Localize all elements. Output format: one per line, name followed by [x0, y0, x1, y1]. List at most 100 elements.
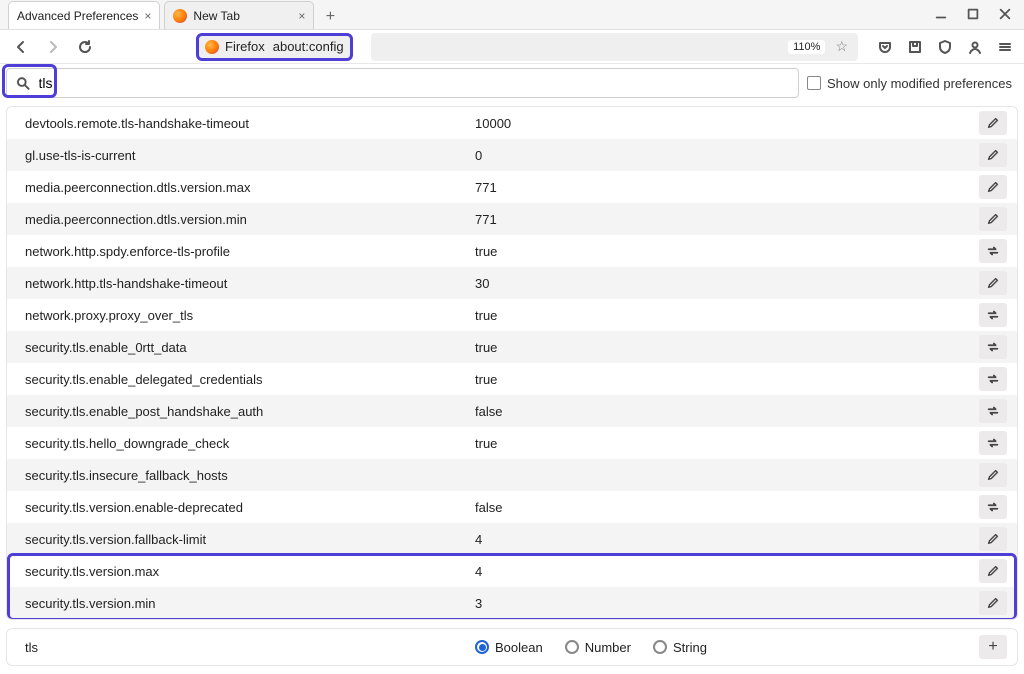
toggle-icon: [986, 404, 1000, 418]
pref-toggle-button[interactable]: [979, 335, 1007, 359]
search-row: Show only modified preferences: [0, 64, 1024, 100]
pref-toggle-button[interactable]: [979, 367, 1007, 391]
search-icon: [15, 75, 31, 91]
pref-row[interactable]: security.tls.version.max4: [7, 555, 1017, 587]
save-button[interactable]: [906, 38, 924, 56]
pref-edit-button[interactable]: [979, 111, 1007, 135]
nav-reload-button[interactable]: [74, 36, 96, 58]
pref-edit-button[interactable]: [979, 143, 1007, 167]
pref-row[interactable]: security.tls.hello_downgrade_checktrue: [7, 427, 1017, 459]
url-bar-wrap: Firefox about:config: [196, 33, 353, 61]
firefox-icon: [173, 9, 187, 23]
pref-name: network.http.tls-handshake-timeout: [25, 276, 475, 291]
pref-value: true: [475, 308, 979, 323]
maximize-icon: [966, 6, 980, 22]
about-config-page: Show only modified preferences devtools.…: [0, 64, 1024, 666]
pref-row[interactable]: security.tls.version.min3: [7, 587, 1017, 619]
save-icon: [907, 39, 923, 55]
pref-row[interactable]: security.tls.insecure_fallback_hosts: [7, 459, 1017, 491]
pref-row[interactable]: security.tls.enable_delegated_credential…: [7, 363, 1017, 395]
pref-row[interactable]: network.http.spdy.enforce-tls-profiletru…: [7, 235, 1017, 267]
pref-name: devtools.remote.tls-handshake-timeout: [25, 116, 475, 131]
tab-close-icon[interactable]: ×: [144, 9, 151, 23]
pref-edit-button[interactable]: [979, 591, 1007, 615]
pref-name: media.peerconnection.dtls.version.min: [25, 212, 475, 227]
pref-edit-button[interactable]: [979, 463, 1007, 487]
url-bar-right: 110% ☆: [371, 33, 858, 61]
pref-name: security.tls.version.enable-deprecated: [25, 500, 475, 515]
pencil-icon: [986, 276, 1000, 290]
pref-edit-button[interactable]: [979, 527, 1007, 551]
add-preference-name: tls: [25, 640, 475, 655]
pref-row[interactable]: security.tls.enable_post_handshake_authf…: [7, 395, 1017, 427]
site-identity[interactable]: Firefox: [205, 39, 265, 54]
pref-row[interactable]: media.peerconnection.dtls.version.min771: [7, 203, 1017, 235]
pref-toggle-button[interactable]: [979, 495, 1007, 519]
pref-toggle-button[interactable]: [979, 399, 1007, 423]
show-only-modified-label: Show only modified preferences: [827, 76, 1012, 91]
nav-bar: Firefox about:config 110% ☆: [0, 30, 1024, 64]
tab-advanced-preferences[interactable]: Advanced Preferences ×: [8, 1, 160, 29]
radio-label: Number: [585, 640, 631, 655]
type-radio-boolean[interactable]: Boolean: [475, 640, 543, 655]
pref-row[interactable]: security.tls.enable_0rtt_datatrue: [7, 331, 1017, 363]
pref-row[interactable]: devtools.remote.tls-handshake-timeout100…: [7, 107, 1017, 139]
window-minimize-button[interactable]: [934, 7, 948, 21]
pref-value: 771: [475, 212, 979, 227]
toggle-icon: [986, 372, 1000, 386]
pref-edit-button[interactable]: [979, 207, 1007, 231]
checkbox-icon[interactable]: [807, 76, 821, 90]
pref-value: 10000: [475, 116, 979, 131]
pref-row[interactable]: media.peerconnection.dtls.version.max771: [7, 171, 1017, 203]
pocket-button[interactable]: [876, 38, 894, 56]
pref-value: 0: [475, 148, 979, 163]
pref-row[interactable]: security.tls.version.enable-deprecatedfa…: [7, 491, 1017, 523]
nav-back-button[interactable]: [10, 36, 32, 58]
reload-icon: [77, 39, 93, 55]
pref-toggle-button[interactable]: [979, 431, 1007, 455]
pocket-icon: [877, 39, 893, 55]
bookmark-star-icon[interactable]: ☆: [835, 38, 848, 55]
pref-value: 4: [475, 532, 979, 547]
pref-name: network.proxy.proxy_over_tls: [25, 308, 475, 323]
pencil-icon: [986, 148, 1000, 162]
pref-name: security.tls.version.min: [25, 596, 475, 611]
pref-toggle-button[interactable]: [979, 303, 1007, 327]
toolbar-right: [876, 38, 1014, 56]
app-menu-button[interactable]: [996, 38, 1014, 56]
window-maximize-button[interactable]: [966, 7, 980, 21]
pref-edit-button[interactable]: [979, 559, 1007, 583]
nav-forward-button[interactable]: [42, 36, 64, 58]
radio-label: String: [673, 640, 707, 655]
window-close-button[interactable]: [998, 7, 1012, 21]
pref-row[interactable]: gl.use-tls-is-current0: [7, 139, 1017, 171]
pref-name: security.tls.version.max: [25, 564, 475, 579]
new-tab-button[interactable]: +: [318, 5, 342, 29]
pref-row[interactable]: network.http.tls-handshake-timeout30: [7, 267, 1017, 299]
pref-name: security.tls.enable_0rtt_data: [25, 340, 475, 355]
pref-name: network.http.spdy.enforce-tls-profile: [25, 244, 475, 259]
url-bar[interactable]: Firefox about:config: [196, 33, 353, 61]
pencil-icon: [986, 468, 1000, 482]
tab-close-icon[interactable]: ×: [298, 9, 305, 23]
type-radio-string[interactable]: String: [653, 640, 707, 655]
arrow-left-icon: [13, 39, 29, 55]
pref-edit-button[interactable]: [979, 271, 1007, 295]
tab-new-tab[interactable]: New Tab ×: [164, 1, 314, 29]
tab-title: New Tab: [193, 9, 239, 23]
pref-name: security.tls.version.fallback-limit: [25, 532, 475, 547]
pref-toggle-button[interactable]: [979, 239, 1007, 263]
add-preference-row: tls Boolean Number String +: [6, 628, 1018, 666]
account-button[interactable]: [966, 38, 984, 56]
shield-button[interactable]: [936, 38, 954, 56]
pref-row[interactable]: security.tls.version.fallback-limit4: [7, 523, 1017, 555]
account-icon: [967, 39, 983, 55]
search-input[interactable]: [37, 74, 790, 92]
show-only-modified[interactable]: Show only modified preferences: [807, 76, 1018, 91]
pref-edit-button[interactable]: [979, 175, 1007, 199]
add-preference-button[interactable]: +: [979, 635, 1007, 659]
tab-title: Advanced Preferences: [17, 9, 138, 23]
zoom-indicator[interactable]: 110%: [788, 40, 825, 54]
type-radio-number[interactable]: Number: [565, 640, 631, 655]
pref-row[interactable]: network.proxy.proxy_over_tlstrue: [7, 299, 1017, 331]
